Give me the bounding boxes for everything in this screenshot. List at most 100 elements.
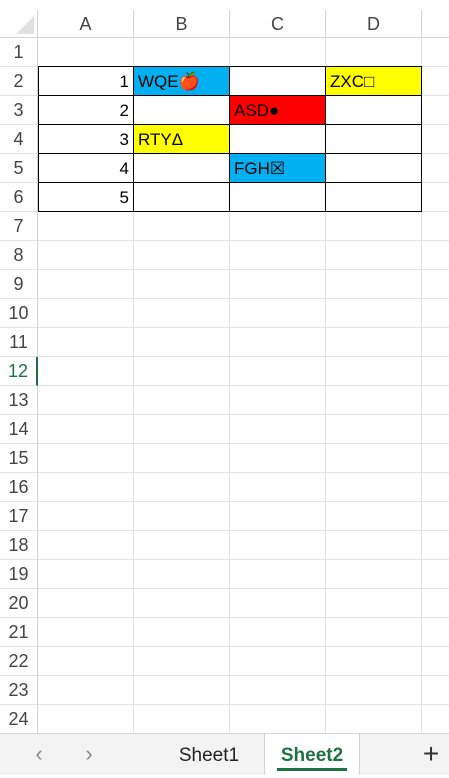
- cell-e19[interactable]: [422, 560, 449, 589]
- cell-d10[interactable]: [326, 299, 422, 328]
- cell-d17[interactable]: [326, 502, 422, 531]
- cell-a13[interactable]: [38, 386, 134, 415]
- cell-d15[interactable]: [326, 444, 422, 473]
- cell-e13[interactable]: [422, 386, 449, 415]
- row-header-18[interactable]: 18: [0, 531, 38, 560]
- row-header-21[interactable]: 21: [0, 618, 38, 647]
- row-header-7[interactable]: 7: [0, 212, 38, 241]
- cell-c18[interactable]: [230, 531, 326, 560]
- cell-b8[interactable]: [134, 241, 230, 270]
- cell-c9[interactable]: [230, 270, 326, 299]
- cell-e3[interactable]: [422, 96, 449, 125]
- cell-b24[interactable]: [134, 705, 230, 733]
- cell-a18[interactable]: [38, 531, 134, 560]
- row-header-2[interactable]: 2: [0, 67, 38, 96]
- cell-a3[interactable]: 2: [38, 95, 134, 125]
- column-header-d[interactable]: D: [326, 10, 422, 38]
- row-header-1[interactable]: 1: [0, 38, 38, 67]
- cell-c7[interactable]: [230, 212, 326, 241]
- cell-b16[interactable]: [134, 473, 230, 502]
- cell-d4[interactable]: [325, 124, 422, 154]
- cell-e2[interactable]: [422, 67, 449, 96]
- cell-a7[interactable]: [38, 212, 134, 241]
- cell-b22[interactable]: [134, 647, 230, 676]
- cell-b4[interactable]: RTYΔ: [133, 124, 230, 154]
- cell-b17[interactable]: [134, 502, 230, 531]
- cell-a11[interactable]: [38, 328, 134, 357]
- cell-c13[interactable]: [230, 386, 326, 415]
- row-header-13[interactable]: 13: [0, 386, 38, 415]
- cell-e22[interactable]: [422, 647, 449, 676]
- cell-c2[interactable]: [229, 66, 326, 96]
- cell-a8[interactable]: [38, 241, 134, 270]
- cell-d22[interactable]: [326, 647, 422, 676]
- cell-e10[interactable]: [422, 299, 449, 328]
- cell-a20[interactable]: [38, 589, 134, 618]
- cell-d2[interactable]: ZXC□: [325, 66, 422, 96]
- cell-a14[interactable]: [38, 415, 134, 444]
- cell-b7[interactable]: [134, 212, 230, 241]
- cell-a17[interactable]: [38, 502, 134, 531]
- cell-b19[interactable]: [134, 560, 230, 589]
- cell-e24[interactable]: [422, 705, 449, 733]
- cell-e7[interactable]: [422, 212, 449, 241]
- cell-c22[interactable]: [230, 647, 326, 676]
- cell-d7[interactable]: [326, 212, 422, 241]
- row-header-17[interactable]: 17: [0, 502, 38, 531]
- cell-a12[interactable]: [38, 357, 134, 386]
- row-header-23[interactable]: 23: [0, 676, 38, 705]
- cell-d5[interactable]: [325, 153, 422, 183]
- column-header-b[interactable]: B: [134, 10, 230, 38]
- cell-e21[interactable]: [422, 618, 449, 647]
- cell-c6[interactable]: [229, 182, 326, 212]
- row-header-11[interactable]: 11: [0, 328, 38, 357]
- tab-sheet1[interactable]: Sheet1: [168, 734, 250, 775]
- prev-sheet-icon[interactable]: ‹: [26, 742, 52, 768]
- cell-c10[interactable]: [230, 299, 326, 328]
- cell-e16[interactable]: [422, 473, 449, 502]
- add-sheet-icon[interactable]: +: [416, 740, 446, 770]
- cell-a10[interactable]: [38, 299, 134, 328]
- cell-b1[interactable]: [134, 38, 230, 67]
- row-header-5[interactable]: 5: [0, 154, 38, 183]
- cell-e15[interactable]: [422, 444, 449, 473]
- row-header-15[interactable]: 15: [0, 444, 38, 473]
- cell-c17[interactable]: [230, 502, 326, 531]
- row-header-10[interactable]: 10: [0, 299, 38, 328]
- next-sheet-icon[interactable]: ›: [76, 742, 102, 768]
- cell-a16[interactable]: [38, 473, 134, 502]
- cell-e5[interactable]: [422, 154, 449, 183]
- cell-a6[interactable]: 5: [38, 182, 134, 212]
- row-header-20[interactable]: 20: [0, 589, 38, 618]
- cell-c1[interactable]: [230, 38, 326, 67]
- cell-b3[interactable]: [133, 95, 230, 125]
- row-header-12[interactable]: 12: [0, 357, 38, 386]
- cell-b15[interactable]: [134, 444, 230, 473]
- row-header-14[interactable]: 14: [0, 415, 38, 444]
- cell-c20[interactable]: [230, 589, 326, 618]
- cell-e17[interactable]: [422, 502, 449, 531]
- cell-e6[interactable]: [422, 183, 449, 212]
- cell-e4[interactable]: [422, 125, 449, 154]
- cell-d12[interactable]: [326, 357, 422, 386]
- cell-a2[interactable]: 1: [38, 66, 134, 96]
- column-header-c[interactable]: C: [230, 10, 326, 38]
- cell-e11[interactable]: [422, 328, 449, 357]
- cell-d23[interactable]: [326, 676, 422, 705]
- row-header-16[interactable]: 16: [0, 473, 38, 502]
- cell-a1[interactable]: [38, 38, 134, 67]
- cell-c11[interactable]: [230, 328, 326, 357]
- cell-c21[interactable]: [230, 618, 326, 647]
- cell-b10[interactable]: [134, 299, 230, 328]
- cell-d14[interactable]: [326, 415, 422, 444]
- cell-a4[interactable]: 3: [38, 124, 134, 154]
- cell-c15[interactable]: [230, 444, 326, 473]
- row-header-19[interactable]: 19: [0, 560, 38, 589]
- cell-b6[interactable]: [133, 182, 230, 212]
- cell-c19[interactable]: [230, 560, 326, 589]
- cell-b20[interactable]: [134, 589, 230, 618]
- column-header-e[interactable]: [422, 10, 449, 38]
- cell-c24[interactable]: [230, 705, 326, 733]
- cell-c8[interactable]: [230, 241, 326, 270]
- cell-c3[interactable]: ASD●: [229, 95, 326, 125]
